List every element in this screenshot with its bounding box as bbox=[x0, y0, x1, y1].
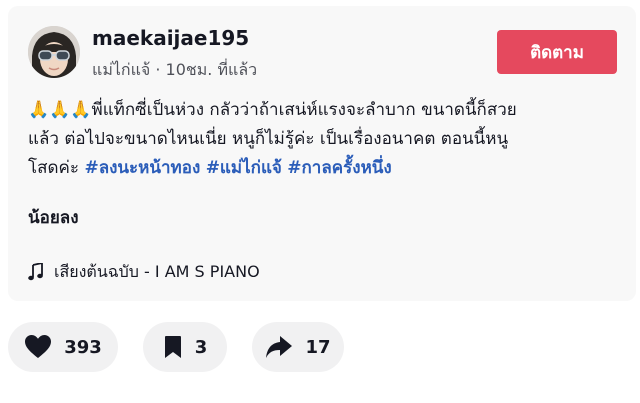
bookmark-count: 3 bbox=[194, 336, 208, 358]
like-count: 393 bbox=[64, 336, 102, 358]
share-button[interactable]: 17 bbox=[252, 322, 344, 372]
username[interactable]: maekaijae195 bbox=[92, 26, 249, 50]
share-arrow-icon bbox=[266, 336, 293, 358]
music-note-icon bbox=[28, 263, 43, 281]
description-line-2: แล้ว ต่อไปจะขนาดไหนเนี่ย หนูก็ไม่รู้ค่ะ … bbox=[28, 129, 509, 149]
description-line-1: 🙏🙏🙏พี่แท็กซี่เป็นห่วง กลัวว่าถ้าเสน่ห์แร… bbox=[28, 96, 624, 125]
description-text-1: พี่แท็กซี่เป็นห่วง กลัวว่าถ้าเสน่ห์แรงจะ… bbox=[91, 100, 517, 120]
heart-icon bbox=[25, 335, 52, 358]
pray-emojis: 🙏🙏🙏 bbox=[28, 100, 92, 120]
see-less-button[interactable]: น้อยลง bbox=[28, 204, 79, 231]
like-button[interactable]: 393 bbox=[8, 322, 118, 372]
hashtag-link[interactable]: #ลงนะหน้าทอง bbox=[84, 158, 200, 178]
music-link[interactable]: เสียงต้นฉบับ - I AM S PIANO bbox=[28, 260, 260, 284]
avatar-image bbox=[28, 26, 80, 78]
post-description: 🙏🙏🙏พี่แท็กซี่เป็นห่วง กลัวว่าถ้าเสน่ห์แร… bbox=[28, 96, 624, 183]
follow-button[interactable]: ติดตาม bbox=[497, 30, 617, 74]
bookmark-button[interactable]: 3 bbox=[143, 322, 227, 372]
share-count: 17 bbox=[305, 336, 331, 358]
bookmark-icon bbox=[164, 336, 181, 358]
music-label: เสียงต้นฉบับ - I AM S PIANO bbox=[54, 261, 260, 281]
description-line-3: โสดค่ะ #ลงนะหน้าทอง #แม่ไก่แจ้ #กาลครั้ง… bbox=[28, 154, 624, 183]
hashtag-link[interactable]: #กาลครั้งหนึ่ง bbox=[287, 158, 391, 178]
post-card: maekaijae195 แม่ไก่แจ้ · 10ชม. ที่แล้ว ต… bbox=[8, 6, 636, 301]
post-meta: แม่ไก่แจ้ · 10ชม. ที่แล้ว bbox=[92, 60, 258, 79]
hashtag-link[interactable]: #แม่ไก่แจ้ bbox=[206, 158, 282, 178]
avatar[interactable] bbox=[28, 26, 80, 78]
description-text-3: โสดค่ะ bbox=[28, 158, 80, 178]
